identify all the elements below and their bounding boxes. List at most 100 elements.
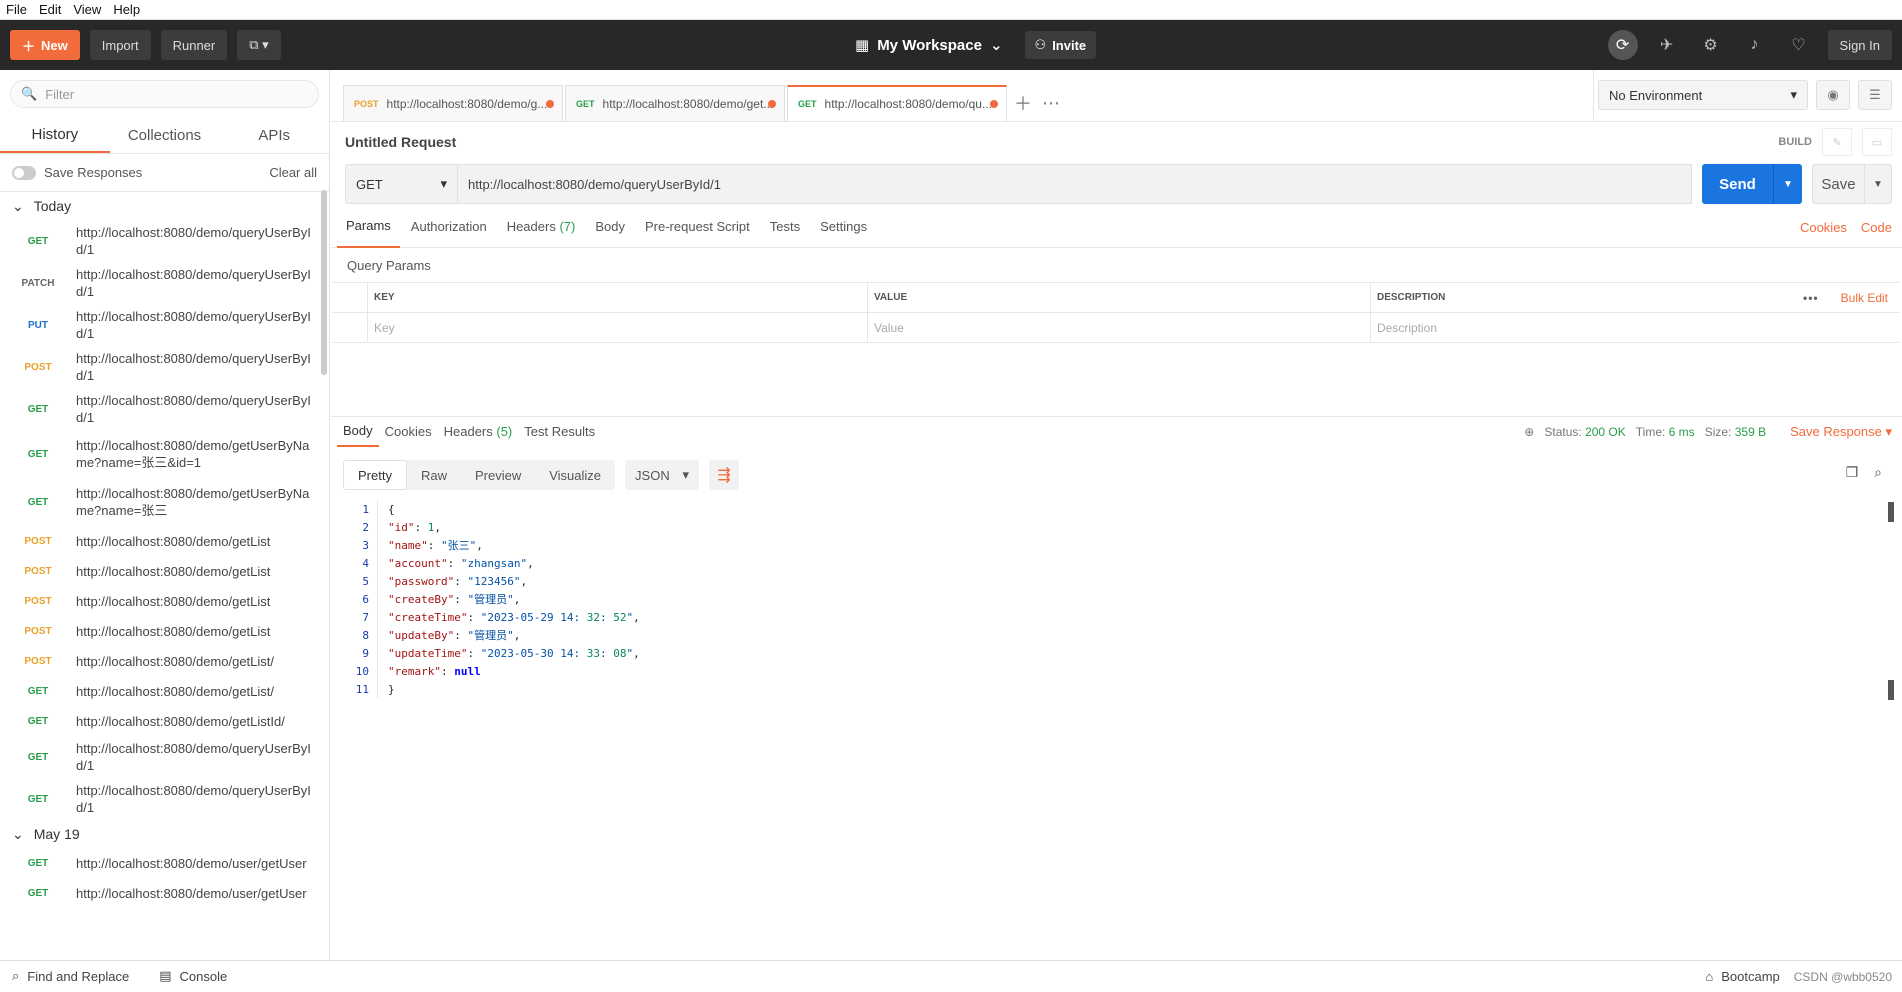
history-item[interactable]: GEThttp://localhost:8080/demo/queryUserB…	[0, 778, 329, 820]
menu-view[interactable]: View	[73, 2, 101, 17]
history-url: http://localhost:8080/demo/queryUserById…	[76, 266, 311, 300]
view-visualize[interactable]: Visualize	[535, 460, 615, 490]
save-button[interactable]: Save ▼	[1812, 164, 1892, 204]
bell-icon[interactable]: ♪	[1740, 30, 1770, 60]
code-scrollbar[interactable]	[1888, 502, 1894, 522]
import-button[interactable]: Import	[90, 30, 151, 60]
history-list: ⌄TodayGEThttp://localhost:8080/demo/quer…	[0, 192, 329, 908]
request-title[interactable]: Untitled Request	[345, 134, 456, 150]
sidebar-scrollbar[interactable]	[321, 190, 327, 375]
filter-input[interactable]: 🔍 Filter	[10, 80, 319, 108]
more-tabs-button[interactable]: ⋯	[1037, 85, 1065, 121]
sign-in-button[interactable]: Sign In	[1828, 30, 1892, 60]
copy-icon[interactable]: ❐	[1846, 464, 1859, 481]
add-tab-button[interactable]: ＋	[1009, 85, 1037, 121]
history-item[interactable]: GEThttp://localhost:8080/demo/queryUserB…	[0, 736, 329, 778]
history-item[interactable]: GEThttp://localhost:8080/demo/queryUserB…	[0, 220, 329, 262]
time-value[interactable]: 6 ms	[1669, 425, 1695, 439]
new-button[interactable]: ＋ New	[10, 30, 80, 60]
history-item[interactable]: PATCHhttp://localhost:8080/demo/queryUse…	[0, 262, 329, 304]
tab-history[interactable]: History	[0, 118, 110, 153]
tab-settings[interactable]: Settings	[811, 206, 876, 248]
method-select[interactable]: GET ▾	[345, 164, 457, 204]
description-input[interactable]: Description	[1370, 313, 1898, 342]
heart-icon[interactable]: ♡	[1784, 30, 1814, 60]
tab-collections[interactable]: Collections	[110, 118, 220, 153]
history-item[interactable]: PUThttp://localhost:8080/demo/queryUserB…	[0, 304, 329, 346]
view-pretty[interactable]: Pretty	[343, 460, 407, 490]
console-button[interactable]: ▤ Console	[159, 968, 227, 984]
history-item[interactable]: GEThttp://localhost:8080/demo/getList/	[0, 676, 329, 706]
url-input[interactable]: http://localhost:8080/demo/queryUserById…	[457, 164, 1692, 204]
history-item[interactable]: GEThttp://localhost:8080/demo/getListId/	[0, 706, 329, 736]
environment-quick-look-button[interactable]: ◉	[1816, 80, 1850, 110]
history-item[interactable]: GEThttp://localhost:8080/demo/user/getUs…	[0, 878, 329, 908]
request-tab[interactable]: GEThttp://localhost:8080/demo/get...	[565, 85, 785, 121]
send-options-icon[interactable]: ▼	[1774, 164, 1802, 204]
value-input[interactable]: Value	[867, 313, 1370, 342]
settings-icon[interactable]: ⚙	[1696, 30, 1726, 60]
wrap-lines-icon[interactable]: ⇶	[709, 460, 739, 490]
history-item[interactable]: GEThttp://localhost:8080/demo/queryUserB…	[0, 388, 329, 430]
tab-pre-request-script[interactable]: Pre-request Script	[636, 206, 759, 248]
tab-apis[interactable]: APIs	[219, 118, 329, 153]
save-responses-toggle[interactable]	[12, 166, 36, 180]
globe-icon[interactable]: ⊕	[1524, 425, 1534, 439]
workspace-switcher[interactable]: ▦ My Workspace ⌄ ⚇ Invite	[855, 30, 1096, 60]
menu-edit[interactable]: Edit	[39, 2, 61, 17]
runner-button[interactable]: Runner	[161, 30, 228, 60]
tab-authorization[interactable]: Authorization	[402, 206, 496, 248]
status-value[interactable]: 200 OK	[1585, 425, 1626, 439]
code-scrollbar-thumb[interactable]	[1888, 680, 1894, 700]
response-tab-body[interactable]: Body	[337, 417, 379, 447]
sync-off-icon[interactable]: ⟳	[1608, 30, 1638, 60]
size-value[interactable]: 359 B	[1735, 425, 1766, 439]
bulk-edit-link[interactable]: Bulk Edit	[1841, 291, 1888, 305]
satellite-icon[interactable]: ✈	[1652, 30, 1682, 60]
environment-select[interactable]: No Environment ▾	[1598, 80, 1808, 110]
open-new-window-button[interactable]: ⧉ ▾	[237, 30, 280, 60]
find-replace-button[interactable]: ⌕ Find and Replace	[12, 968, 129, 984]
menu-help[interactable]: Help	[113, 2, 140, 17]
code-text: {	[377, 500, 395, 518]
request-tab[interactable]: POSThttp://localhost:8080/demo/g...	[343, 85, 563, 121]
save-response-button[interactable]: Save Response ▾	[1790, 424, 1892, 440]
search-icon[interactable]: ⌕	[1874, 464, 1882, 481]
save-options-icon[interactable]: ▼	[1865, 165, 1891, 203]
tab-params[interactable]: Params	[337, 206, 400, 248]
edit-icon[interactable]: ✎	[1822, 128, 1852, 156]
response-tab-cookies[interactable]: Cookies	[379, 417, 438, 447]
tab-body[interactable]: Body	[586, 206, 634, 248]
history-group-header[interactable]: ⌄Today	[0, 192, 329, 220]
comment-icon[interactable]: ▭	[1862, 128, 1892, 156]
history-item[interactable]: POSThttp://localhost:8080/demo/getList	[0, 586, 329, 616]
cookies-link[interactable]: Cookies	[1800, 220, 1847, 235]
invite-button[interactable]: ⚇ Invite	[1025, 31, 1097, 59]
bootcamp-button[interactable]: ⌂ Bootcamp	[1705, 969, 1779, 984]
response-tab-headers[interactable]: Headers (5)	[438, 417, 519, 447]
history-item[interactable]: POSThttp://localhost:8080/demo/getList	[0, 556, 329, 586]
code-link[interactable]: Code	[1861, 220, 1892, 235]
request-tab[interactable]: GEThttp://localhost:8080/demo/qu...	[787, 85, 1007, 121]
response-body[interactable]: 1{2 "id": 1,3 "name": "张三",4 "account": …	[331, 500, 1891, 698]
history-item[interactable]: GEThttp://localhost:8080/demo/getUserByN…	[0, 430, 329, 478]
manage-environments-button[interactable]: ☰	[1858, 80, 1892, 110]
key-input[interactable]: Key	[367, 313, 867, 342]
tab-tests[interactable]: Tests	[761, 206, 809, 248]
view-raw[interactable]: Raw	[407, 460, 461, 490]
history-item[interactable]: POSThttp://localhost:8080/demo/getList	[0, 526, 329, 556]
more-icon[interactable]: •••	[1803, 291, 1819, 305]
history-item[interactable]: GEThttp://localhost:8080/demo/user/getUs…	[0, 848, 329, 878]
response-tab-test-results[interactable]: Test Results	[518, 417, 601, 447]
history-item[interactable]: POSThttp://localhost:8080/demo/queryUser…	[0, 346, 329, 388]
history-group-header[interactable]: ⌄May 19	[0, 820, 329, 848]
view-preview[interactable]: Preview	[461, 460, 535, 490]
tab-headers[interactable]: Headers (7)	[498, 206, 585, 248]
format-select[interactable]: JSON ▾	[625, 460, 699, 490]
menu-file[interactable]: File	[6, 2, 27, 17]
clear-all-button[interactable]: Clear all	[269, 165, 317, 180]
send-button[interactable]: Send ▼	[1702, 164, 1802, 204]
history-item[interactable]: POSThttp://localhost:8080/demo/getList	[0, 616, 329, 646]
history-item[interactable]: GEThttp://localhost:8080/demo/getUserByN…	[0, 478, 329, 526]
history-item[interactable]: POSThttp://localhost:8080/demo/getList/	[0, 646, 329, 676]
